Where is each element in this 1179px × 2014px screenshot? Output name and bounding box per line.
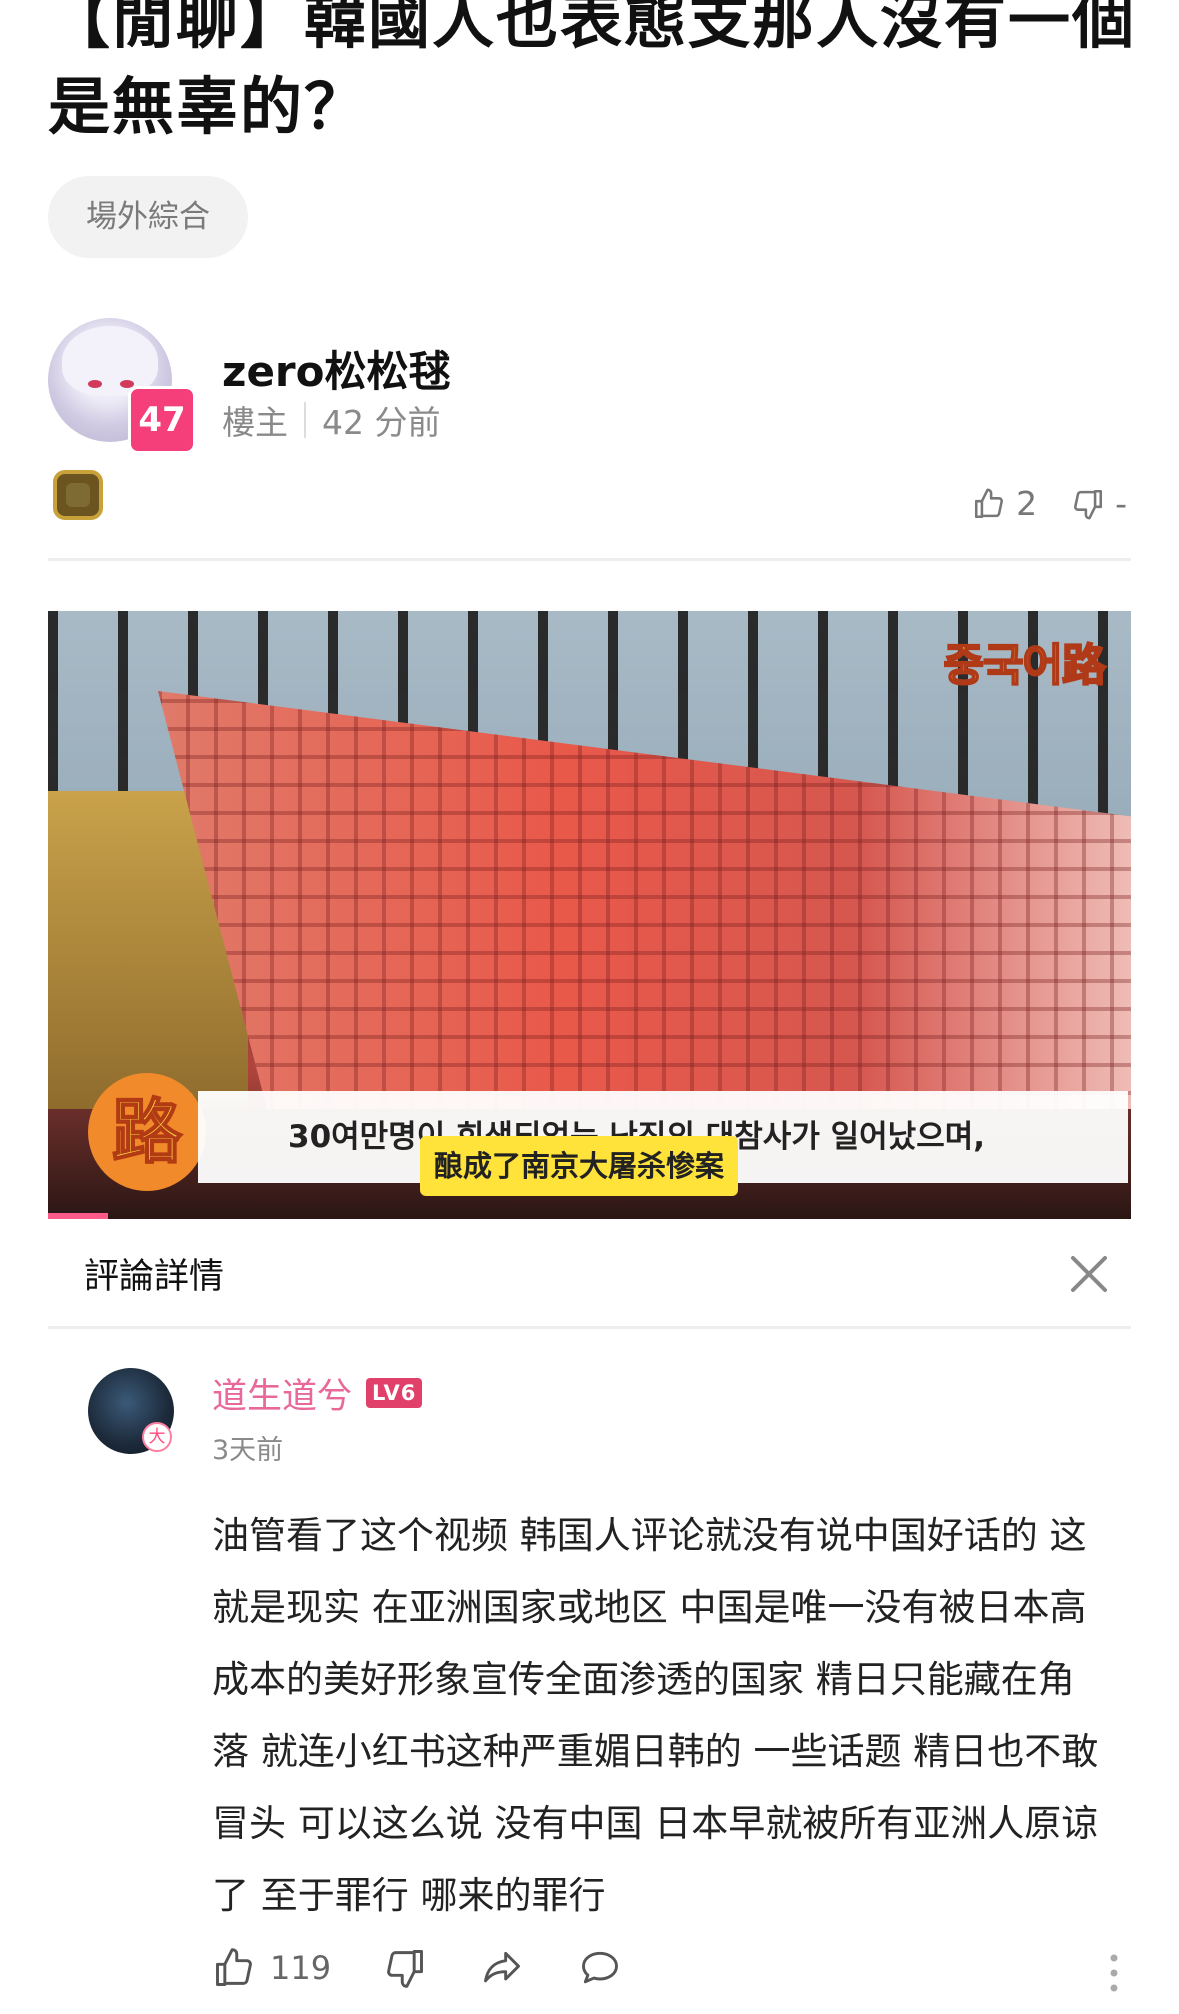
author-level-badge: 47 [128, 386, 196, 454]
thumbs-down-icon [387, 1950, 424, 1988]
video-progress-bar[interactable] [48, 1213, 108, 1219]
commenter-avatar-badge: 大 [142, 1422, 172, 1452]
comment-dislike-button[interactable] [383, 1946, 427, 1990]
divider [48, 558, 1131, 561]
author-meta: 樓主 42 分前 [222, 396, 440, 444]
comment-time: 3天前 [212, 1435, 284, 1466]
video-subtitle-chinese: 酿成了南京大屠杀惨案 [420, 1136, 739, 1196]
share-icon [484, 1951, 521, 1983]
more-vertical-icon [1110, 1954, 1118, 1992]
channel-corner-logo: 路 [88, 1073, 206, 1191]
author-role: 樓主 [222, 403, 288, 442]
thumbs-up-icon [975, 488, 1004, 518]
category-tag[interactable]: 場外綜合 [48, 176, 248, 258]
thumbs-down-icon [1074, 489, 1103, 519]
more-options-button[interactable] [1099, 1948, 1129, 1998]
author-name[interactable]: zero松松毬 [222, 338, 451, 399]
comment-text: 油管看了这个视频 韩国人评论就没有说中国好话的 这就是现实 在亚洲国家或地区 中… [212, 1514, 1099, 1917]
dislike-button[interactable]: - [1071, 484, 1127, 523]
divider [48, 1326, 1131, 1329]
comment-like-button[interactable]: 119 [212, 1946, 331, 1990]
comment-share-button[interactable] [479, 1946, 525, 1990]
channel-logo: 중국어路 [943, 639, 1107, 692]
post-votes: 2 - [972, 484, 1127, 523]
like-button[interactable]: 2 [972, 484, 1037, 523]
post-title: 【閒聊】韓國人也表態支那人沒有一個是無辜的？ [48, 0, 1137, 143]
comment-reply-button[interactable] [577, 1946, 623, 1990]
post-time: 42 分前 [322, 403, 441, 442]
video-player[interactable]: 중국어路 路 30여만명이 희생되었는 난징의 대참사가 일어났으며, 酿成了南… [48, 611, 1131, 1219]
comment-like-count: 119 [270, 1949, 332, 1987]
commenter-level-badge: LV6 [366, 1378, 423, 1408]
dislike-count: - [1115, 484, 1127, 523]
medal-icon [53, 470, 103, 520]
comment-panel-title: 評論詳情 [84, 1257, 225, 1297]
meta-divider [304, 402, 306, 438]
like-count: 2 [1016, 484, 1038, 523]
comment-actions: 119 [212, 1946, 675, 1990]
thumbs-up-icon [216, 1948, 252, 1986]
chat-bubble-icon [582, 1951, 619, 1984]
close-icon [1071, 1256, 1107, 1292]
close-button[interactable] [1063, 1248, 1115, 1300]
commenter-name[interactable]: 道生道兮 [212, 1368, 352, 1419]
